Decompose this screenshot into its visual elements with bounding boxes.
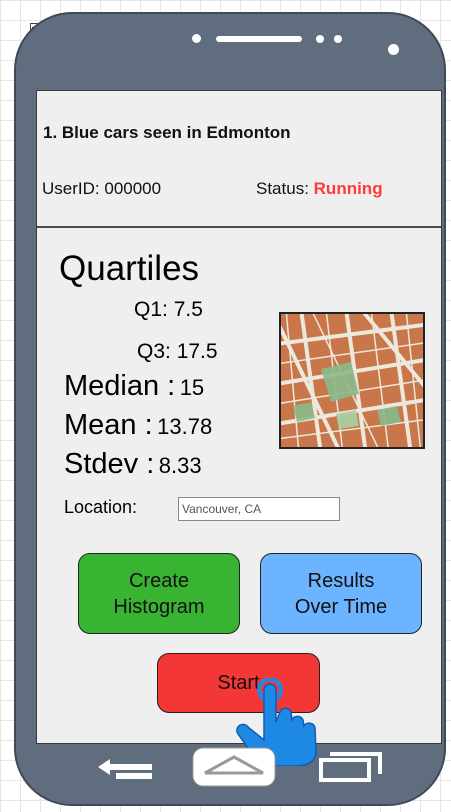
- results-line1: Results: [307, 569, 375, 592]
- mean-value: 13.78: [157, 414, 213, 439]
- quartiles-heading: Quartiles: [59, 249, 200, 288]
- task-header: 1. Blue cars seen in Edmonton UserID: 00…: [37, 91, 441, 228]
- mean-stat: Mean : 13.78: [64, 409, 212, 442]
- phone-screen: 1. Blue cars seen in Edmonton UserID: 00…: [36, 90, 442, 744]
- sensor-dot: [334, 35, 342, 43]
- median-value: 15: [179, 375, 205, 400]
- recent-apps-icon[interactable]: [318, 750, 384, 784]
- userid-text: UserID: 000000: [42, 179, 161, 199]
- map-icon: [281, 314, 423, 447]
- home-icon[interactable]: [191, 745, 277, 789]
- create-histogram-label: Create Histogram: [113, 568, 204, 620]
- status-value: Running: [313, 179, 383, 198]
- create-histogram-button[interactable]: Create Histogram: [78, 553, 240, 634]
- q3-stat: Q3: 17.5: [137, 340, 218, 364]
- median-label: Median :: [64, 370, 176, 402]
- mean-label: Mean :: [64, 409, 153, 441]
- sensor-dot: [316, 35, 324, 43]
- userid-value: 000000: [104, 179, 162, 198]
- location-label: Location:: [64, 497, 138, 517]
- results-over-time-label: Results Over Time: [295, 568, 387, 620]
- map-thumbnail[interactable]: [279, 312, 425, 449]
- status-text: Status: Running: [256, 179, 383, 199]
- speaker-grille: [216, 36, 302, 42]
- stdev-stat: Stdev : 8.33: [64, 448, 202, 481]
- q3-value: 17.5: [176, 340, 218, 363]
- results-over-time-button[interactable]: Results Over Time: [260, 553, 422, 634]
- front-camera: [388, 44, 399, 55]
- back-arrow-icon[interactable]: [94, 751, 160, 785]
- create-histogram-line1: Create: [128, 569, 189, 592]
- q1-label: Q1:: [134, 298, 168, 321]
- status-label: Status:: [256, 179, 309, 198]
- userid-label: UserID:: [42, 179, 100, 198]
- stdev-label: Stdev :: [64, 448, 155, 480]
- results-line2: Over Time: [294, 595, 388, 618]
- task-title: 1. Blue cars seen in Edmonton: [43, 123, 291, 142]
- create-histogram-line2: Histogram: [113, 595, 205, 618]
- location-input[interactable]: [178, 497, 340, 521]
- q1-value: 7.5: [173, 298, 203, 321]
- q1-stat: Q1: 7.5: [134, 298, 203, 322]
- median-stat: Median : 15: [64, 370, 204, 403]
- stdev-value: 8.33: [158, 453, 202, 478]
- sensor-dot: [192, 34, 201, 43]
- q3-label: Q3:: [137, 340, 171, 363]
